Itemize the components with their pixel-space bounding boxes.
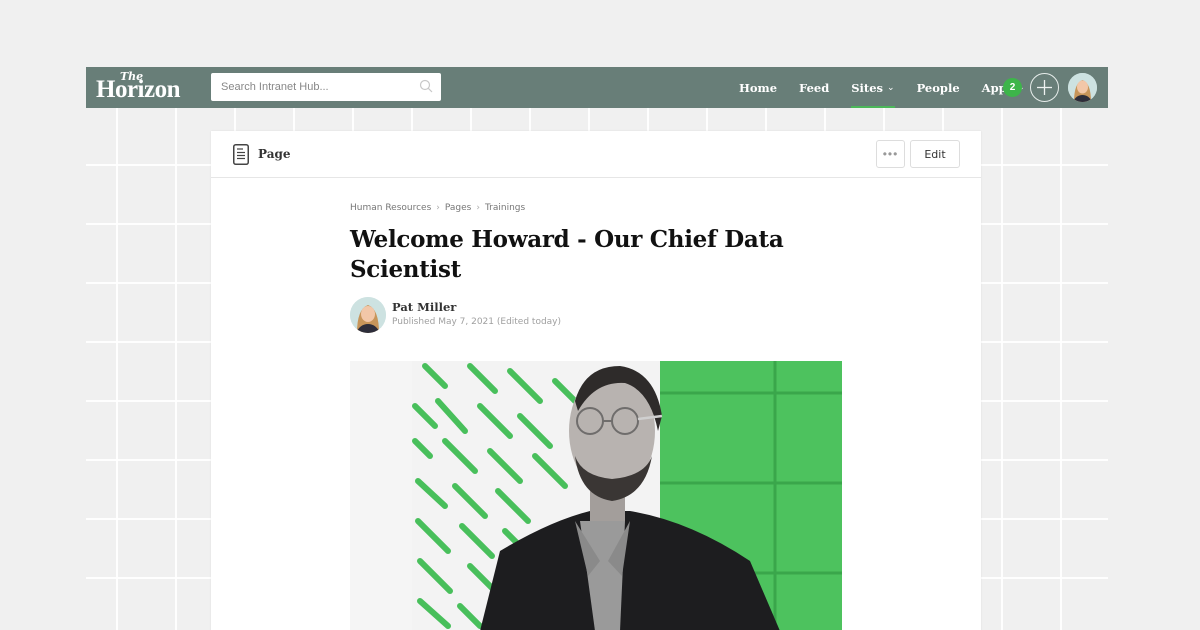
breadcrumb-human-resources[interactable]: Human Resources [350,203,431,213]
nav-feed[interactable]: Feed [799,67,829,108]
breadcrumb-trainings[interactable]: Trainings [485,203,525,213]
breadcrumb-pages[interactable]: Pages [445,203,471,213]
nav-sites[interactable]: Sites ⌄ [851,67,895,108]
chevron-right-icon: › [476,203,480,213]
search-input[interactable] [221,81,416,93]
page-card: Page ••• Edit Human Resources › Pages › … [211,131,981,630]
nav-feed-label: Feed [799,80,830,95]
hero-image [350,361,842,630]
nav-sites-label: Sites [851,80,884,95]
chevron-right-icon: › [436,203,440,213]
create-button[interactable] [1030,73,1059,102]
plus-icon [1037,80,1052,95]
page-toolbar: Page ••• Edit [211,131,981,178]
author-avatar[interactable] [350,297,386,333]
user-avatar-image [1068,73,1097,102]
nav-home-label: Home [739,80,778,95]
horizon-logo[interactable]: The Horizon [96,67,208,108]
hero-illustration [350,361,842,630]
logo-name: Horizon [96,76,181,103]
author-avatar-image [350,297,386,333]
more-options-button[interactable]: ••• [876,140,905,168]
page-title: Welcome Howard - Our Chief Data Scientis… [350,226,784,283]
nav-links: Home Feed Sites⌄ People Apps⌄ [739,67,1047,108]
author-name[interactable]: Pat Miller [392,300,456,314]
top-navbar: The Horizon Home Feed Sites⌄ People Apps… [86,67,1108,108]
notification-badge[interactable]: 2 [1003,78,1022,97]
breadcrumb: Human Resources › Pages › Trainings [350,203,525,213]
user-avatar[interactable] [1068,73,1097,102]
edit-button[interactable]: Edit [910,140,960,168]
chevron-down-icon: ⌄ [887,82,895,93]
search-icon[interactable] [419,79,433,93]
search-box [211,73,441,101]
published-date: Published May 7, 2021 (Edited today) [392,317,562,327]
nav-people[interactable]: People [917,67,960,108]
nav-people-label: People [916,80,960,95]
nav-home[interactable]: Home [739,67,777,108]
page-icon [233,143,249,165]
page-type-label: Page [258,147,291,161]
